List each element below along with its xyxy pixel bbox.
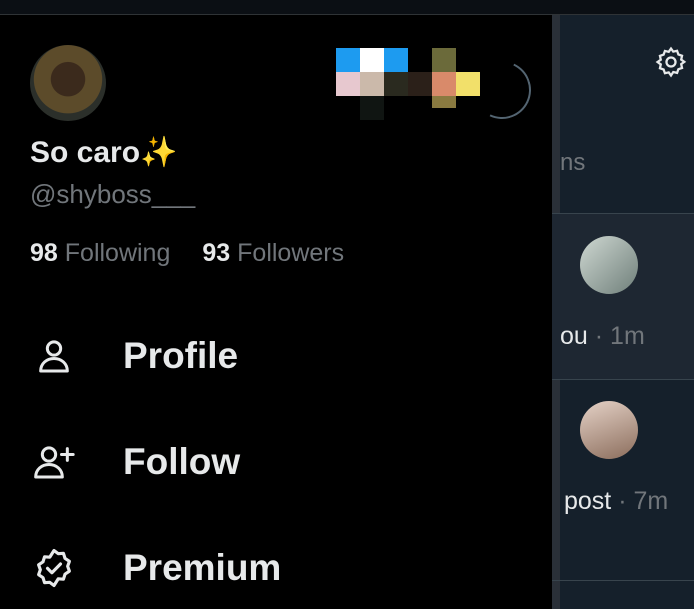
feed-tab-fragment[interactable]: ns (560, 149, 585, 177)
background-feed: ns ou · 1m post · 7m (552, 15, 694, 609)
verified-badge-icon (30, 544, 78, 592)
feed-row[interactable]: ou · 1m (552, 213, 694, 380)
follow-stats: 98 Following 93 Followers (30, 239, 344, 268)
menu-item-profile[interactable]: Profile (30, 326, 510, 386)
gear-icon[interactable] (654, 45, 688, 79)
menu-item-label: Follow (123, 441, 241, 482)
feed-row-time: · 7m (618, 487, 669, 515)
navigation-drawer: So caro✨ @shyboss___ 98 Following 93 Foll… (0, 15, 552, 609)
menu-item-label: Profile (123, 335, 239, 376)
menu-item-premium[interactable]: Premium (30, 538, 510, 598)
followers-link[interactable]: 93 Followers (202, 239, 344, 267)
followers-label: Followers (237, 239, 345, 267)
sparkles-emoji: ✨ (140, 136, 178, 169)
person-icon (30, 332, 78, 380)
feed-row[interactable]: post · 7m (552, 379, 694, 581)
feed-row-time: · 1m (594, 322, 645, 350)
menu-item-label: Premium (123, 547, 282, 588)
feed-row-fragment: ou (560, 322, 588, 350)
profile-avatar[interactable] (30, 45, 106, 121)
followers-count: 93 (202, 239, 231, 267)
other-accounts-avatars[interactable] (336, 48, 480, 120)
feed-row-text: ou · 1m (560, 322, 645, 351)
menu-item-follow[interactable]: Follow (30, 432, 510, 492)
feed-row-text: post · 7m (564, 487, 668, 516)
following-count: 98 (30, 239, 58, 267)
avatar[interactable] (580, 401, 638, 459)
display-name[interactable]: So caro✨ (30, 135, 177, 170)
feed-row-fragment: post (564, 487, 612, 515)
user-handle: @shyboss___ (30, 179, 196, 209)
following-label: Following (64, 239, 171, 267)
display-name-text: So caro (30, 136, 141, 169)
avatar[interactable] (580, 236, 638, 294)
status-bar (0, 0, 694, 15)
person-plus-icon (30, 438, 78, 486)
following-link[interactable]: 98 Following (30, 239, 170, 267)
